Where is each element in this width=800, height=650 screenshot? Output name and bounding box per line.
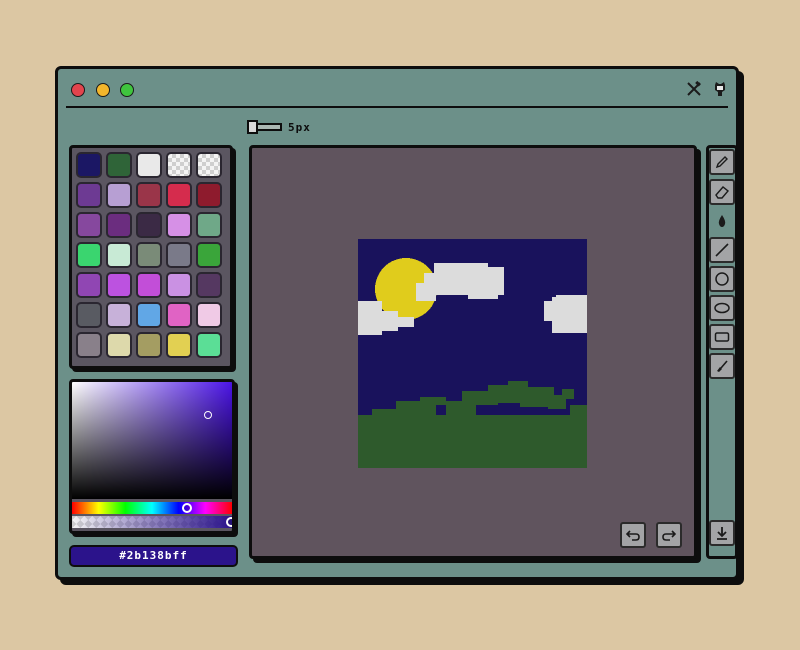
color-swatch[interactable] xyxy=(76,212,102,238)
color-swatch[interactable] xyxy=(136,212,162,238)
color-palette xyxy=(69,145,233,369)
ellipse-icon xyxy=(714,302,730,314)
color-swatch[interactable] xyxy=(196,152,222,178)
eraser-icon xyxy=(715,186,730,199)
github-icon[interactable] xyxy=(711,80,729,98)
color-swatch[interactable] xyxy=(106,332,132,358)
rectangle-icon xyxy=(714,332,730,342)
rectangle-tool-button[interactable] xyxy=(709,324,735,350)
paint-window: 5px #2b138bff xyxy=(55,66,739,580)
pixel-drawing[interactable] xyxy=(358,239,587,468)
color-swatch[interactable] xyxy=(76,272,102,298)
color-swatch[interactable] xyxy=(166,212,192,238)
color-swatch[interactable] xyxy=(166,302,192,328)
color-swatch[interactable] xyxy=(196,242,222,268)
color-swatch[interactable] xyxy=(196,182,222,208)
color-swatch[interactable] xyxy=(196,212,222,238)
color-swatch[interactable] xyxy=(166,272,192,298)
line-tool-button[interactable] xyxy=(709,237,735,263)
color-swatch[interactable] xyxy=(76,182,102,208)
undo-button[interactable] xyxy=(620,522,646,548)
color-swatch[interactable] xyxy=(166,332,192,358)
color-swatch[interactable] xyxy=(136,302,162,328)
swatch-grid xyxy=(76,152,226,358)
pencil-icon xyxy=(715,156,728,169)
color-picker xyxy=(69,379,235,534)
color-swatch[interactable] xyxy=(166,182,192,208)
color-swatch[interactable] xyxy=(136,182,162,208)
color-swatch[interactable] xyxy=(136,272,162,298)
color-swatch[interactable] xyxy=(166,242,192,268)
color-swatch[interactable] xyxy=(76,302,102,328)
drawing-canvas-area[interactable] xyxy=(249,145,697,559)
download-icon xyxy=(717,527,727,540)
color-swatch[interactable] xyxy=(196,332,222,358)
color-swatch[interactable] xyxy=(136,242,162,268)
color-swatch[interactable] xyxy=(166,152,192,178)
title-divider xyxy=(66,106,728,108)
close-window-button[interactable] xyxy=(71,83,85,97)
color-swatch[interactable] xyxy=(106,182,132,208)
line-icon xyxy=(715,243,729,257)
circle-icon xyxy=(715,272,729,286)
color-swatch[interactable] xyxy=(106,212,132,238)
circle-tool-button[interactable] xyxy=(709,266,735,292)
color-swatch[interactable] xyxy=(196,272,222,298)
pencil-tool-button[interactable] xyxy=(709,149,735,175)
color-swatch[interactable] xyxy=(106,302,132,328)
color-swatch[interactable] xyxy=(76,332,102,358)
ellipse-tool-button[interactable] xyxy=(709,295,735,321)
color-swatch[interactable] xyxy=(136,152,162,178)
brush-icon xyxy=(717,360,728,372)
color-swatch[interactable] xyxy=(106,152,132,178)
redo-button[interactable] xyxy=(656,522,682,548)
undo-icon xyxy=(625,530,640,541)
brush-tool-button[interactable] xyxy=(709,353,735,379)
redo-icon xyxy=(662,530,677,541)
eraser-tool-button[interactable] xyxy=(709,179,735,205)
brush-size-label: 5px xyxy=(288,120,311,134)
color-swatch[interactable] xyxy=(136,332,162,358)
tool-sidebar xyxy=(706,145,738,559)
color-swatch[interactable] xyxy=(196,302,222,328)
hue-slider[interactable] xyxy=(72,502,232,514)
saturation-value-handle[interactable] xyxy=(204,410,212,419)
hue-handle[interactable] xyxy=(182,503,193,513)
alpha-handle[interactable] xyxy=(226,517,232,527)
maximize-window-button[interactable] xyxy=(120,83,134,97)
fill-icon xyxy=(718,215,726,227)
saturation-value-area[interactable] xyxy=(72,382,232,499)
color-swatch[interactable] xyxy=(106,272,132,298)
minimize-window-button[interactable] xyxy=(96,83,110,97)
fill-tool-button[interactable] xyxy=(709,208,735,234)
brush-size-slider[interactable] xyxy=(247,120,282,134)
color-swatch[interactable] xyxy=(76,152,102,178)
brush-size-knob[interactable] xyxy=(247,120,258,134)
color-swatch[interactable] xyxy=(106,242,132,268)
hex-color-field[interactable]: #2b138bff xyxy=(69,545,238,567)
brush-size-control[interactable]: 5px xyxy=(247,119,311,135)
color-swatch[interactable] xyxy=(76,242,102,268)
alpha-slider[interactable] xyxy=(72,516,232,528)
tools-icon[interactable] xyxy=(685,80,703,98)
download-button[interactable] xyxy=(709,520,735,546)
